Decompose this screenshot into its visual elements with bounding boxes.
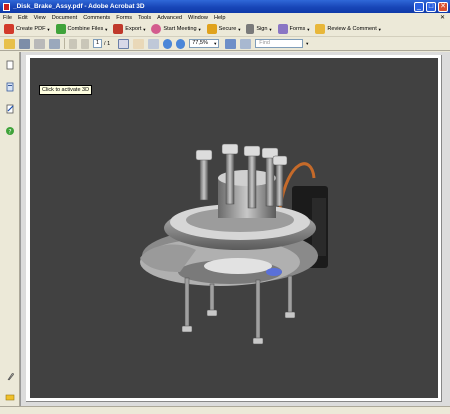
help-icon[interactable]: ? [5, 126, 15, 136]
review-comment-label: Review & Comment [327, 26, 377, 32]
menu-forms[interactable]: Forms [116, 15, 132, 21]
sign-button[interactable]: Sign ▼ [246, 24, 273, 34]
comments-icon[interactable] [5, 393, 15, 403]
export-icon [113, 24, 124, 34]
attachments-icon[interactable] [5, 372, 15, 382]
lock-icon [206, 24, 217, 34]
menu-document[interactable]: Document [52, 15, 78, 21]
create-pdf-button[interactable]: Create PDF ▼ [4, 24, 51, 34]
page-number-input[interactable]: 1 [93, 39, 102, 48]
navigation-toolbar: 1 / 1 77,5% ▼ Find ▼ [0, 37, 450, 51]
review-comment-button[interactable]: Review & Comment ▼ [315, 24, 382, 34]
document-area: Click to activate 3D [20, 52, 450, 406]
zoom-tool-icon[interactable] [148, 38, 160, 49]
navigation-panel: ? [0, 52, 20, 406]
bookmarks-icon[interactable] [5, 82, 15, 92]
activate-3d-tooltip: Click to activate 3D [39, 85, 93, 95]
menu-help[interactable]: Help [214, 15, 226, 21]
forms-label: Forms [289, 26, 306, 32]
menu-advanced[interactable]: Advanced [157, 15, 182, 21]
print-icon[interactable] [19, 38, 30, 49]
menu-comments[interactable]: Comments [83, 15, 110, 21]
menu-edit[interactable]: Edit [18, 15, 28, 21]
select-cursor-icon[interactable] [118, 38, 130, 49]
document-close-icon[interactable]: ✕ [440, 14, 445, 21]
3d-model-viewport[interactable]: Click to activate 3D [30, 58, 438, 398]
svg-text:?: ? [8, 129, 11, 136]
create-pdf-label: Create PDF [16, 26, 46, 32]
disk-brake-assembly-3d-model [140, 143, 328, 345]
start-meeting-button[interactable]: Start Meeting ▼ [151, 24, 202, 34]
combine-files-icon [55, 24, 66, 34]
menu-view[interactable]: View [34, 15, 46, 21]
secure-button[interactable]: Secure ▼ [206, 24, 241, 34]
save-icon[interactable] [49, 38, 60, 49]
find-input[interactable]: Find ▼ [255, 39, 309, 48]
create-pdf-icon [4, 24, 14, 34]
combine-files-label: Combine Files [67, 26, 104, 32]
zoom-level-value: 77,5% [192, 40, 208, 46]
title-bar: _Disk_Brake_Assy.pdf - Adobe Acrobat 3D … [0, 0, 450, 13]
combine-files-button[interactable]: Combine Files ▼ [55, 24, 108, 34]
task-toolbar: Create PDF ▼ Combine Files ▼ Export ▼ Start… [0, 22, 450, 37]
secure-label: Secure [218, 26, 237, 32]
email-icon[interactable] [34, 38, 45, 49]
forms-icon [277, 24, 288, 34]
menu-tools[interactable]: Tools [138, 15, 151, 21]
fit-page-icon[interactable] [225, 38, 237, 49]
menu-bar: File Edit View Document Comments Forms T… [0, 13, 450, 22]
window-title: _Disk_Brake_Assy.pdf - Adobe Acrobat 3D [13, 3, 145, 10]
zoom-out-icon[interactable] [163, 38, 173, 49]
export-button[interactable]: Export ▼ [113, 24, 146, 34]
chevron-down-icon: ▼ [305, 41, 310, 46]
pages-icon[interactable] [5, 60, 15, 70]
export-label: Export [125, 26, 142, 32]
page-total-label: / 1 [104, 40, 111, 47]
forms-button[interactable]: Forms ▼ [277, 24, 310, 34]
open-folder-icon[interactable] [4, 38, 15, 49]
menu-file[interactable]: File [3, 15, 12, 21]
fit-width-icon[interactable] [240, 38, 252, 49]
hand-tool-icon[interactable] [133, 38, 145, 49]
start-meeting-label: Start Meeting [163, 26, 197, 32]
meeting-icon [151, 24, 162, 34]
signatures-icon[interactable] [5, 104, 15, 114]
find-placeholder: Find [259, 40, 270, 46]
minimize-button[interactable]: _ [414, 1, 424, 12]
toolbar-separator [64, 38, 65, 49]
chevron-down-icon: ▼ [213, 41, 218, 46]
previous-page-icon[interactable] [69, 38, 77, 49]
close-button[interactable]: ✕ [438, 1, 448, 12]
status-bar [0, 406, 450, 414]
pen-icon [246, 24, 255, 34]
sign-label: Sign [256, 26, 268, 32]
review-icon [315, 24, 326, 34]
acrobat-app-icon [3, 2, 10, 11]
zoom-in-icon[interactable] [176, 38, 186, 49]
maximize-button[interactable]: □ [426, 1, 436, 12]
menu-window[interactable]: Window [188, 15, 208, 21]
next-page-icon[interactable] [81, 38, 89, 49]
zoom-level-select[interactable]: 77,5% ▼ [189, 39, 220, 48]
